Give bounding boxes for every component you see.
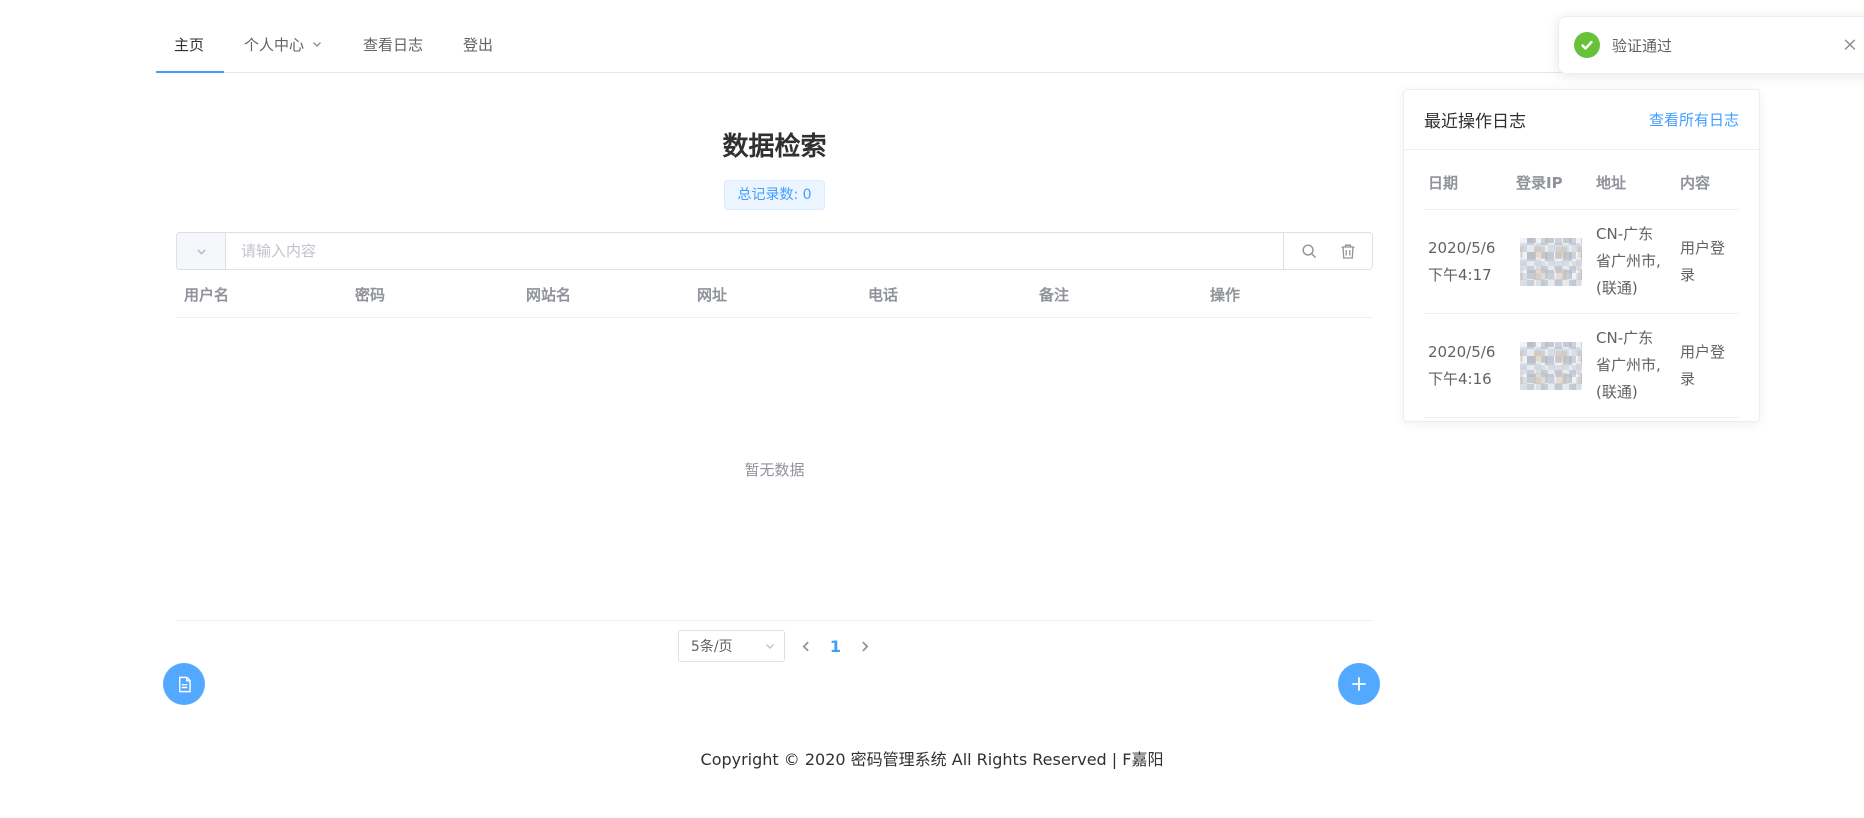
page-size-label: 5条/页 bbox=[691, 636, 733, 656]
search-input[interactable] bbox=[226, 233, 1283, 269]
search-actions bbox=[1283, 233, 1372, 269]
page-title: 数据检索 bbox=[176, 132, 1373, 162]
empty-text: 暂无数据 bbox=[744, 459, 804, 480]
chevron-down-icon bbox=[311, 38, 323, 50]
nav-tabs: 主页 个人中心 查看日志 登出 bbox=[156, 16, 513, 72]
chevron-down-icon bbox=[764, 640, 776, 652]
log-address-line: CN-广东 bbox=[1596, 221, 1676, 248]
recent-logs-body: 日期 登录IP 地址 内容 2020/5/6 下午4:17 CN-广东 省广州市… bbox=[1404, 150, 1759, 418]
log-column-address: 地址 bbox=[1592, 172, 1676, 193]
log-address-line: 省广州市, bbox=[1596, 248, 1676, 275]
data-table-header: 用户名 密码 网站名 网址 电话 备注 操作 bbox=[176, 270, 1373, 318]
log-column-date: 日期 bbox=[1424, 172, 1512, 193]
log-time-line: 下午4:16 bbox=[1428, 366, 1512, 393]
notification-title: 验证通过 bbox=[1612, 35, 1672, 56]
tab-view-logs[interactable]: 查看日志 bbox=[343, 16, 443, 72]
redacted-ip-mosaic bbox=[1520, 238, 1582, 286]
footer-copyright: Copyright © 2020 密码管理系统 All Rights Reser… bbox=[0, 746, 1864, 770]
log-date-line: 2020/5/6 bbox=[1428, 339, 1512, 366]
chevron-down-icon bbox=[195, 245, 208, 258]
log-date: 2020/5/6 下午4:17 bbox=[1424, 235, 1512, 289]
log-address-line: 省广州市, bbox=[1596, 352, 1676, 379]
log-address: CN-广东 省广州市, (联通) bbox=[1592, 325, 1676, 406]
trash-icon[interactable] bbox=[1340, 243, 1356, 260]
log-date: 2020/5/6 下午4:16 bbox=[1424, 339, 1512, 393]
log-column-content: 内容 bbox=[1676, 172, 1739, 193]
log-content: 用户登录 bbox=[1676, 235, 1739, 289]
column-header-sitename: 网站名 bbox=[518, 284, 689, 305]
log-address-line: (联通) bbox=[1596, 275, 1676, 302]
export-document-button[interactable] bbox=[163, 663, 205, 705]
next-page-icon[interactable] bbox=[858, 640, 871, 653]
search-field-select[interactable] bbox=[177, 233, 226, 269]
column-header-phone: 电话 bbox=[860, 284, 1031, 305]
page-size-select[interactable]: 5条/页 bbox=[678, 630, 785, 662]
add-record-button[interactable] bbox=[1338, 663, 1380, 705]
tab-home-label: 主页 bbox=[174, 34, 204, 55]
document-icon bbox=[175, 675, 194, 694]
column-header-password: 密码 bbox=[347, 284, 518, 305]
success-notification: 验证通过 × bbox=[1558, 16, 1864, 74]
tab-profile-dropdown[interactable]: 个人中心 bbox=[224, 16, 343, 72]
tab-home[interactable]: 主页 bbox=[156, 16, 224, 72]
log-row: 2020/5/6 下午4:16 CN-广东 省广州市, (联通) 用户登录 bbox=[1424, 314, 1739, 418]
table-empty-area: 暂无数据 bbox=[176, 318, 1373, 621]
tab-profile-label: 个人中心 bbox=[244, 34, 304, 55]
page-number-current[interactable]: 1 bbox=[828, 637, 843, 656]
column-header-actions: 操作 bbox=[1202, 284, 1373, 305]
search-bar bbox=[176, 232, 1373, 270]
column-header-username: 用户名 bbox=[176, 284, 347, 305]
log-ip bbox=[1512, 342, 1592, 390]
column-header-url: 网址 bbox=[689, 284, 860, 305]
log-address-line: CN-广东 bbox=[1596, 325, 1676, 352]
plus-icon bbox=[1350, 675, 1368, 693]
log-table-header: 日期 登录IP 地址 内容 bbox=[1424, 172, 1739, 210]
recent-logs-panel: 最近操作日志 查看所有日志 日期 登录IP 地址 内容 2020/5/6 下午4… bbox=[1403, 89, 1760, 422]
success-check-icon bbox=[1574, 32, 1600, 58]
search-icon[interactable] bbox=[1301, 243, 1318, 260]
log-address: CN-广东 省广州市, (联通) bbox=[1592, 221, 1676, 302]
recent-logs-title: 最近操作日志 bbox=[1424, 107, 1526, 132]
tab-logout-label: 登出 bbox=[463, 34, 493, 55]
view-all-logs-link[interactable]: 查看所有日志 bbox=[1649, 109, 1739, 130]
log-row: 2020/5/6 下午4:17 CN-广东 省广州市, (联通) 用户登录 bbox=[1424, 210, 1739, 314]
pagination: 5条/页 1 bbox=[176, 630, 1373, 662]
log-date-line: 2020/5/6 bbox=[1428, 235, 1512, 262]
log-address-line: (联通) bbox=[1596, 379, 1676, 406]
redacted-ip-mosaic bbox=[1520, 342, 1582, 390]
badge-row: 总记录数: 0 bbox=[176, 180, 1373, 210]
log-time-line: 下午4:17 bbox=[1428, 262, 1512, 289]
log-content: 用户登录 bbox=[1676, 339, 1739, 393]
prev-page-icon[interactable] bbox=[800, 640, 813, 653]
column-header-remark: 备注 bbox=[1031, 284, 1202, 305]
close-icon[interactable]: × bbox=[1842, 36, 1858, 55]
log-column-ip: 登录IP bbox=[1512, 172, 1592, 193]
tab-view-logs-label: 查看日志 bbox=[363, 34, 423, 55]
log-ip bbox=[1512, 238, 1592, 286]
main-content: 数据检索 总记录数: 0 用户名 密码 网站名 网址 电话 备注 操作 暂无数据 bbox=[176, 72, 1373, 662]
recent-logs-header: 最近操作日志 查看所有日志 bbox=[1404, 90, 1759, 150]
tab-logout[interactable]: 登出 bbox=[443, 16, 513, 72]
total-records-badge: 总记录数: 0 bbox=[724, 180, 824, 210]
